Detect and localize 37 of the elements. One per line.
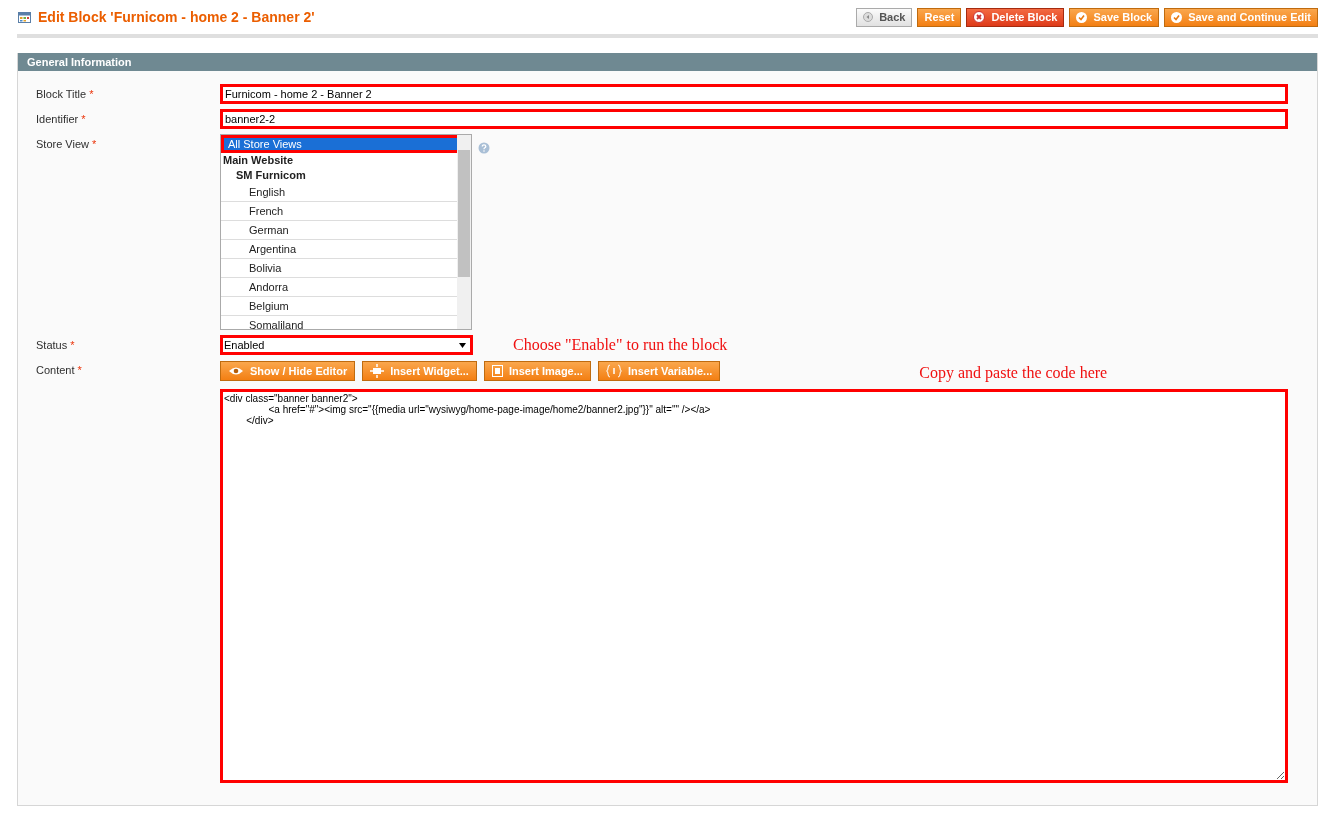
option-group: Main Website — [221, 153, 457, 168]
list-option[interactable]: French — [221, 202, 457, 221]
list-option[interactable]: Argentina — [221, 240, 457, 259]
text-input[interactable]: Furnicom - home 2 - Banner 2 — [220, 84, 1288, 104]
section-header: General Information — [18, 53, 1317, 71]
field-label: Status * — [36, 338, 76, 353]
delete-button[interactable]: Delete Block — [966, 7, 1065, 27]
check-circle-icon — [1171, 11, 1183, 23]
field-label: Block Title * — [36, 87, 95, 102]
text-input[interactable]: banner2-2 — [220, 109, 1288, 129]
picture-icon — [491, 365, 503, 377]
option-group: SM Furnicom — [221, 168, 457, 183]
annotation-text: Copy and paste the code here — [919, 364, 1108, 382]
list-option[interactable]: Belgium — [221, 297, 457, 316]
list-option[interactable]: Andorra — [221, 278, 457, 297]
list-option[interactable]: German — [221, 221, 457, 240]
field-label: Content * — [36, 363, 83, 378]
status-select[interactable]: Enabled — [220, 335, 473, 355]
list-option[interactable]: English — [221, 183, 457, 202]
field-label: Identifier * — [36, 112, 87, 127]
annotation-text: Choose "Enable" to run the block — [513, 336, 728, 354]
widget-icon — [370, 364, 385, 378]
page-title: Edit Block 'Furnicom - home 2 - Banner 2' — [38, 9, 315, 25]
list-option[interactable]: All Store Views — [221, 135, 457, 153]
back-button[interactable]: Back — [856, 7, 913, 27]
eye-icon — [228, 366, 244, 376]
content-textarea[interactable]: <div class="banner banner2"> <a href="#"><img src="{{media url="wysiwyg/home-page-image/home2/banner2.jpg"}}" alt="" /></a> </div> — [220, 389, 1288, 783]
field-label: Store View * — [36, 137, 98, 152]
list-option[interactable]: Bolivia — [221, 259, 457, 278]
check-circle-icon — [1076, 11, 1088, 23]
cross-circle-icon — [973, 11, 986, 23]
dropdown-arrow-icon — [459, 342, 466, 348]
store-view-list[interactable]: All Store Views Main Website SM Furnicom English French German Argentina Bolivia Andorra Belgium Somaliland — [220, 134, 472, 330]
help-icon — [478, 142, 490, 154]
braces-icon — [605, 364, 622, 378]
grid-icon — [18, 11, 31, 23]
scrollbar[interactable] — [457, 135, 471, 329]
